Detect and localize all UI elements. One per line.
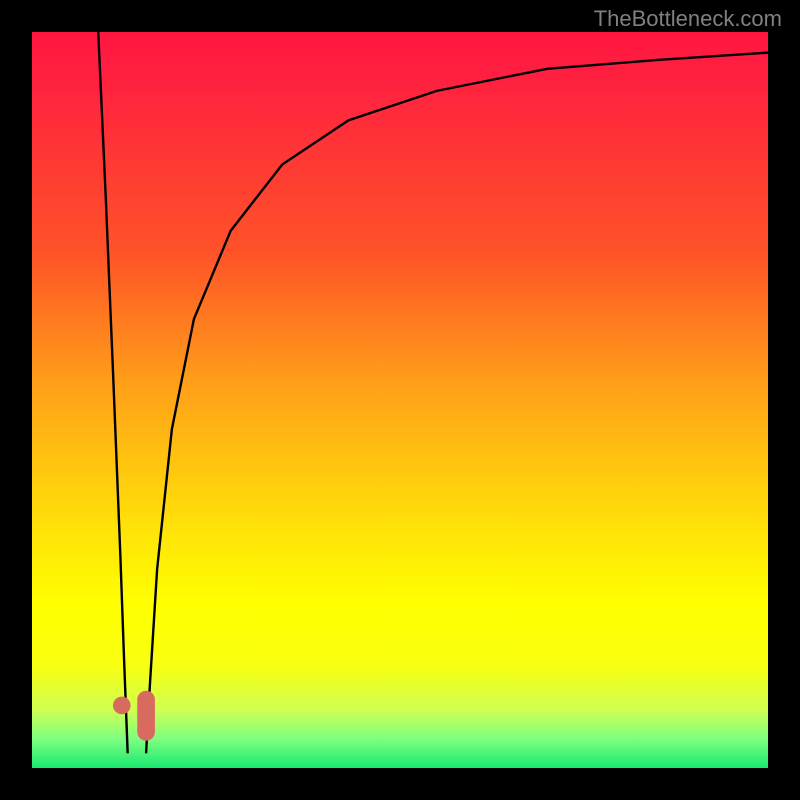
plot-area bbox=[32, 32, 768, 768]
curve-right-branch bbox=[146, 53, 768, 754]
curves-group bbox=[98, 32, 768, 753]
watermark-text: TheBottleneck.com bbox=[594, 6, 782, 32]
markers-group bbox=[113, 691, 155, 741]
curve-left-branch bbox=[98, 32, 127, 753]
dot-left bbox=[113, 697, 131, 715]
chart-svg bbox=[32, 32, 768, 768]
chart-frame: TheBottleneck.com bbox=[0, 0, 800, 800]
pill-right bbox=[137, 691, 155, 741]
